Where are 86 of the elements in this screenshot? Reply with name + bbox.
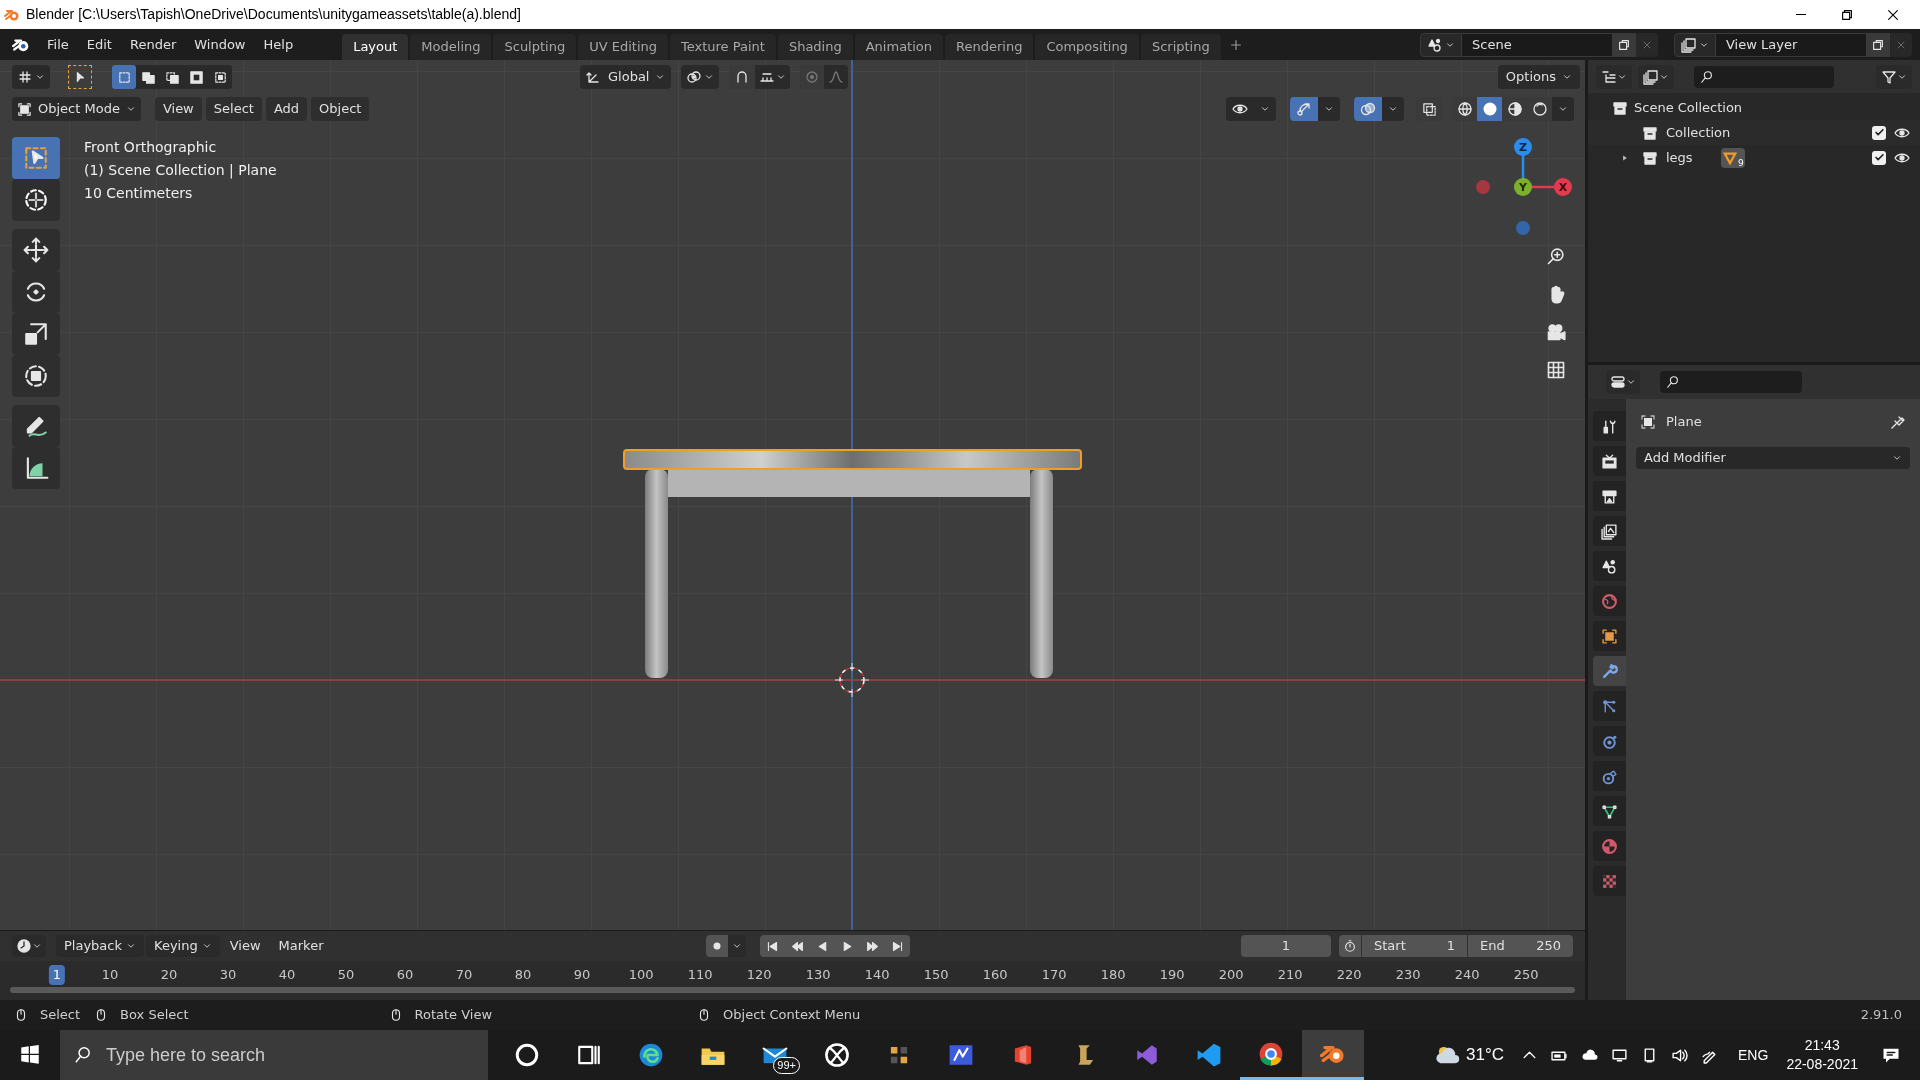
tree-row[interactable]: legs 9 xyxy=(1588,145,1920,170)
status-hint: Box Select xyxy=(120,1006,189,1025)
name-field[interactable]: View Layer xyxy=(1716,32,1866,57)
viewport-info-text: 10 Centimeters xyxy=(84,184,194,203)
frame-number: 200 xyxy=(1217,966,1245,984)
temperature-label[interactable]: 31°C xyxy=(1466,1042,1505,1068)
menu-item[interactable]: File xyxy=(38,32,78,57)
frame-number: 190 xyxy=(1158,966,1186,984)
workspace-tab[interactable]: Shading xyxy=(777,34,853,60)
tree-label: legs xyxy=(1666,148,1693,167)
frame-number: 40 xyxy=(277,966,297,984)
window-title: Blender [C:\Users\Tapish\OneDrive\Documents\unitygameassets\table(a).blend] xyxy=(26,5,521,24)
options-dropdown[interactable]: Options xyxy=(1497,65,1580,89)
frame-number: 10 xyxy=(100,966,120,984)
status-hint: Select xyxy=(40,1006,81,1025)
frame-number: 180 xyxy=(1099,966,1127,984)
workspace-tab[interactable]: Modeling xyxy=(410,34,492,60)
language-indicator[interactable]: ENG xyxy=(1738,1044,1769,1066)
add-modifier-dropdown[interactable]: Add Modifier xyxy=(1636,447,1910,469)
tree-label: Scene Collection xyxy=(1634,98,1743,117)
object-name: Plane xyxy=(1666,413,1702,432)
menu-item[interactable]: Help xyxy=(254,32,303,57)
menu-item[interactable]: Window xyxy=(185,32,255,57)
frame-number: 120 xyxy=(745,966,773,984)
taskbar-app[interactable]: 99+ xyxy=(744,1030,806,1080)
status-hint: Rotate View xyxy=(414,1006,493,1025)
workspace-tab[interactable]: Animation xyxy=(854,34,943,60)
frame-number: 220 xyxy=(1335,966,1363,984)
viewport-info-text: Front Orthographic xyxy=(84,138,218,157)
tree-row[interactable]: Scene Collection xyxy=(1588,95,1920,120)
workspace-tab[interactable]: Compositing xyxy=(1035,34,1139,60)
viewport[interactable]: Z Y X Global Options Object Mode View Select Add Object Front Orthographic (1) Scene Collection | Plane 10 Centimeters xyxy=(0,60,1585,930)
frame-number: 100 xyxy=(627,966,655,984)
menu-item[interactable]: Select xyxy=(205,97,262,121)
start-frame-field[interactable]: Start 1 xyxy=(1362,935,1467,957)
navigation-gizmo[interactable]: Z Y X xyxy=(1476,138,1572,235)
mode-dropdown[interactable]: Object Mode xyxy=(12,97,141,121)
search-placeholder: Type here to search xyxy=(106,1043,266,1067)
end-frame-field[interactable]: End 250 xyxy=(1468,935,1573,957)
viewport-info-text: (1) Scene Collection | Plane xyxy=(84,161,277,180)
frame-number: 80 xyxy=(513,966,533,984)
menu-item[interactable]: Playback xyxy=(56,935,144,957)
frame-number: 30 xyxy=(218,966,238,984)
frame-number: 240 xyxy=(1453,966,1481,984)
menu-item[interactable]: View xyxy=(154,97,202,121)
frame-number: 170 xyxy=(1040,966,1068,984)
workspace-tab[interactable]: Texture Paint xyxy=(670,34,776,60)
frame-number: 20 xyxy=(159,966,179,984)
orientation-label: Global xyxy=(608,68,650,87)
options-label: Options xyxy=(1505,68,1556,87)
workspace-tab[interactable]: UV Editing xyxy=(578,34,668,60)
frame-number: 160 xyxy=(981,966,1009,984)
orientation-dropdown[interactable]: Global xyxy=(580,65,672,89)
notification-badge: 99+ xyxy=(773,1057,800,1074)
workspace-tab[interactable]: Sculpting xyxy=(493,34,577,60)
tree-label: Collection xyxy=(1666,123,1731,142)
workspace-tab[interactable]: Rendering xyxy=(945,34,1034,60)
frame-number: 230 xyxy=(1394,966,1422,984)
frame-number: 60 xyxy=(395,966,415,984)
name-field[interactable]: Scene xyxy=(1462,32,1612,57)
frame-number: 150 xyxy=(922,966,950,984)
frame-number: 130 xyxy=(804,966,832,984)
menu-item[interactable]: Edit xyxy=(77,32,121,57)
workspace-tab[interactable]: Layout xyxy=(342,34,409,60)
menu-item[interactable]: View xyxy=(221,935,269,957)
frame-number[interactable]: 1 xyxy=(48,965,66,985)
status-hint: Object Context Menu xyxy=(723,1006,861,1025)
search-field[interactable]: Type here to search xyxy=(60,1030,488,1080)
menu-item[interactable]: Keying xyxy=(146,935,220,957)
mesh-count-badge: 9 xyxy=(1720,147,1745,168)
menu-item[interactable]: Object xyxy=(311,97,370,121)
mode-label: Object Mode xyxy=(38,100,120,119)
frame-number: 110 xyxy=(686,966,714,984)
frame-number: 250 xyxy=(1512,966,1540,984)
frame-number: 210 xyxy=(1276,966,1304,984)
workspace-tab[interactable]: Scripting xyxy=(1140,34,1221,60)
current-frame-field[interactable]: 1 xyxy=(1241,935,1331,957)
version-label: 2.91.0 xyxy=(1860,1006,1902,1025)
menu-item[interactable]: Add xyxy=(265,97,308,121)
frame-number: 140 xyxy=(863,966,891,984)
frame-number: 70 xyxy=(454,966,474,984)
menu-item[interactable]: Render xyxy=(120,32,186,57)
clock[interactable]: 21:43 22-08-2021 xyxy=(1786,1036,1858,1074)
frame-number: 50 xyxy=(336,966,356,984)
frame-number: 90 xyxy=(572,966,592,984)
menu-item[interactable]: Marker xyxy=(270,935,332,957)
